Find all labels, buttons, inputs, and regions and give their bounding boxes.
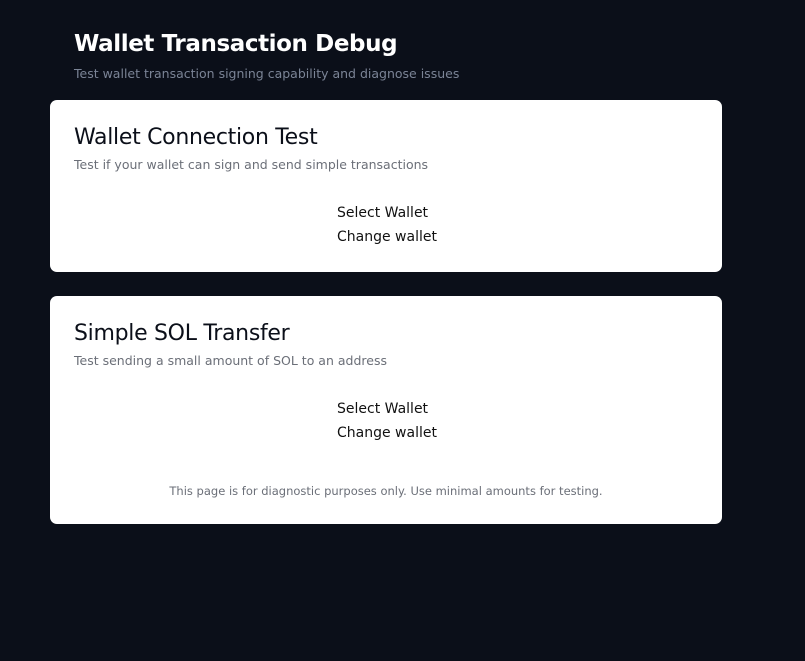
card-title: Simple SOL Transfer: [74, 321, 290, 346]
select-wallet-button[interactable]: Select Wallet: [337, 397, 437, 421]
wallet-controls: Select Wallet Change wallet: [337, 201, 437, 249]
change-wallet-button[interactable]: Change wallet: [337, 421, 437, 445]
card-description: Test if your wallet can sign and send si…: [74, 157, 429, 172]
wallet-controls: Select Wallet Change wallet: [337, 397, 437, 445]
card-description: Test sending a small amount of SOL to an…: [74, 353, 387, 368]
change-wallet-button[interactable]: Change wallet: [337, 225, 437, 249]
simple-sol-transfer-card: Simple SOL Transfer Test sending a small…: [50, 296, 722, 524]
page-subtitle: Test wallet transaction signing capabili…: [74, 66, 460, 81]
page-title: Wallet Transaction Debug: [74, 31, 398, 57]
diagnostic-note: This page is for diagnostic purposes onl…: [169, 484, 603, 498]
card-title: Wallet Connection Test: [74, 125, 318, 150]
select-wallet-button[interactable]: Select Wallet: [337, 201, 437, 225]
page-header: Wallet Transaction Debug Test wallet tra…: [74, 28, 459, 82]
wallet-connection-test-card: Wallet Connection Test Test if your wall…: [50, 100, 722, 272]
